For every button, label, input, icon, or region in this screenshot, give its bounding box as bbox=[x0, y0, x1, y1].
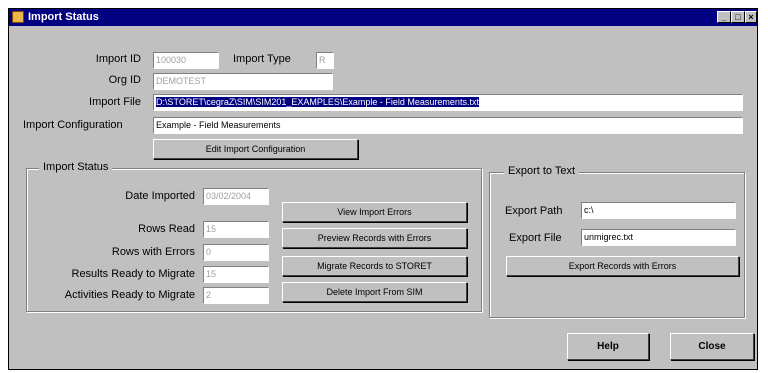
close-button[interactable]: Close bbox=[670, 333, 754, 360]
rows-read-field[interactable]: 15 bbox=[203, 221, 269, 238]
window-title: Import Status bbox=[28, 11, 99, 23]
maximize-icon[interactable]: □ bbox=[731, 11, 745, 23]
export-file-field[interactable]: unmigrec.txt bbox=[581, 229, 736, 246]
import-configuration-label: Import Configuration bbox=[23, 119, 123, 131]
export-records-with-errors-button[interactable]: Export Records with Errors bbox=[506, 256, 739, 276]
edit-import-configuration-button[interactable]: Edit Import Configuration bbox=[153, 139, 358, 159]
preview-records-with-errors-button[interactable]: Preview Records with Errors bbox=[282, 228, 467, 248]
export-path-field[interactable]: c:\ bbox=[581, 202, 736, 219]
title-bar: Import Status _ □ × bbox=[9, 9, 757, 26]
import-status-window: Import Status _ □ × Import ID 100030 Imp… bbox=[8, 8, 758, 370]
date-imported-field[interactable]: 03/02/2004 bbox=[203, 188, 269, 205]
import-configuration-field[interactable]: Example - Field Measurements bbox=[153, 117, 743, 134]
import-status-legend: Import Status bbox=[39, 161, 113, 173]
view-import-errors-button[interactable]: View Import Errors bbox=[282, 202, 467, 222]
import-id-field[interactable]: 100030 bbox=[153, 52, 219, 69]
activities-ready-label: Activities Ready to Migrate bbox=[64, 289, 195, 301]
rows-with-errors-field[interactable]: 0 bbox=[203, 244, 269, 261]
import-file-label: Import File bbox=[89, 96, 141, 108]
export-path-label: Export Path bbox=[505, 205, 563, 217]
migrate-records-button[interactable]: Migrate Records to STORET bbox=[282, 256, 467, 276]
results-ready-label: Results Ready to Migrate bbox=[71, 268, 196, 280]
org-id-label: Org ID bbox=[108, 74, 141, 86]
delete-import-button[interactable]: Delete Import From SIM bbox=[282, 282, 467, 302]
close-icon[interactable]: × bbox=[745, 11, 757, 23]
import-type-label: Import Type bbox=[233, 53, 291, 65]
export-to-text-legend: Export to Text bbox=[504, 165, 580, 177]
import-file-value: D:\STORET\cegraZ\SIM\SIM201_EXAMPLES\Exa… bbox=[156, 97, 479, 107]
rows-read-label: Rows Read bbox=[138, 223, 195, 235]
date-imported-label: Date Imported bbox=[125, 190, 195, 202]
results-ready-field[interactable]: 15 bbox=[203, 266, 269, 283]
import-type-field[interactable]: R bbox=[316, 52, 334, 69]
org-id-field[interactable]: DEMOTEST bbox=[153, 73, 333, 90]
minimize-icon[interactable]: _ bbox=[717, 11, 731, 23]
import-id-label: Import ID bbox=[95, 53, 141, 65]
export-file-label: Export File bbox=[509, 232, 562, 244]
app-icon bbox=[12, 11, 24, 23]
activities-ready-field[interactable]: 2 bbox=[203, 287, 269, 304]
rows-with-errors-label: Rows with Errors bbox=[111, 246, 195, 258]
help-button[interactable]: Help bbox=[567, 333, 649, 360]
import-file-field[interactable]: D:\STORET\cegraZ\SIM\SIM201_EXAMPLES\Exa… bbox=[153, 94, 743, 111]
